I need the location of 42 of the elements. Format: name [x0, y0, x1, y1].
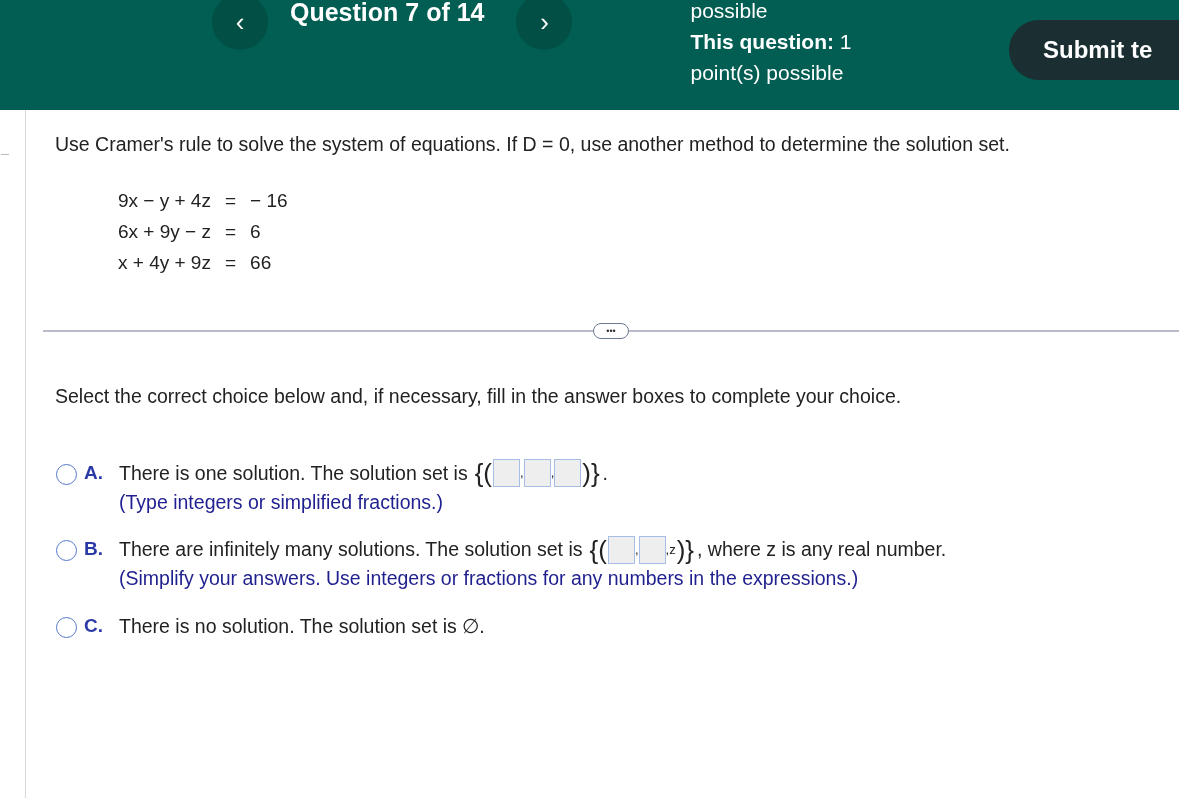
choice-hint: (Simplify your answers. Use integers or fractions for any numbers in the expressions.): [119, 566, 860, 592]
equals-sign: =: [210, 185, 251, 217]
next-question-button[interactable]: ›: [516, 0, 573, 50]
choice-text: There are infinitely many solutions. The solution set is: [119, 537, 583, 562]
previous-question-button[interactable]: ‹: [212, 0, 268, 50]
set-bracket: )}: [582, 462, 600, 485]
set-bracket: {(: [474, 462, 492, 485]
choice-letter: B.: [83, 537, 104, 562]
question-prompt: Use Cramer's rule to solve the system of equations. If D = 0, use another method to determine the solution set.: [54, 132, 1011, 157]
choice-text: There is one solution. The solution set is: [119, 460, 468, 486]
choice-hint: (Type integers or simplified fractions.): [119, 489, 445, 515]
answer-box[interactable]: [638, 535, 666, 564]
answer-box[interactable]: [554, 459, 582, 488]
answer-box[interactable]: [493, 459, 520, 488]
equation-left-side: x + 4y + 9z: [118, 251, 211, 276]
choice-text: .: [602, 460, 609, 486]
question-counter: Question 7 of 14: [290, 0, 485, 28]
answer-box[interactable]: [523, 459, 551, 488]
comma-text: ,: [520, 464, 524, 483]
equation-right-side: 6: [250, 220, 262, 245]
equals-sign: =: [210, 216, 251, 248]
radio-button[interactable]: [56, 463, 77, 485]
comma-text: ,: [550, 464, 555, 483]
comma-text: ,z: [665, 540, 676, 559]
choice-text: , where z is any real number.: [697, 537, 947, 562]
more-button[interactable]: •••: [593, 323, 629, 340]
equals-sign: =: [210, 247, 251, 279]
choice-text: There is no solution. The solution set is ∅.: [119, 613, 485, 639]
radio-button[interactable]: [56, 616, 77, 638]
instruction-text: Select the correct choice below and, if necessary, fill in the answer boxes to complete your choice.: [55, 384, 903, 410]
radio-button[interactable]: [56, 540, 77, 562]
equation-right-side: − 16: [250, 189, 288, 214]
comma-text: ,: [634, 540, 639, 559]
choice-letter: C.: [83, 613, 104, 638]
equation-left-side: 9x − y + 4z: [118, 189, 211, 214]
answer-box[interactable]: [607, 535, 635, 564]
choice-letter: A.: [83, 460, 104, 485]
equation-left-side: 6x + 9y − z: [118, 220, 211, 245]
equation-right-side: 66: [250, 251, 273, 276]
points-text: This question: 1 point(s) possible: [690, 29, 852, 86]
submit-test-button[interactable]: Submit te: [1009, 20, 1179, 80]
points-text: possible: [690, 0, 769, 24]
